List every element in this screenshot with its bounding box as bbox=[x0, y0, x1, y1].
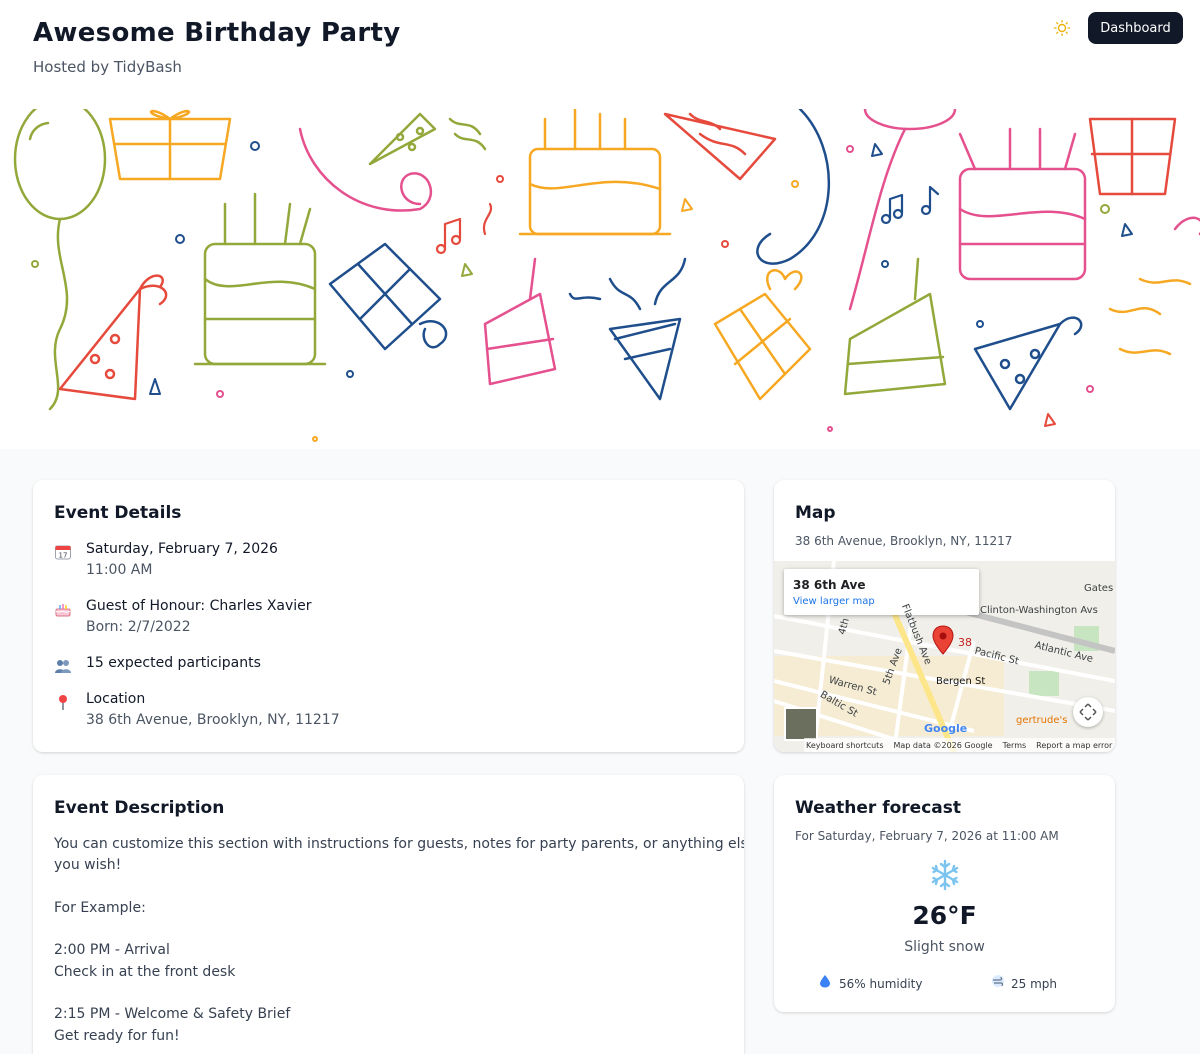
satellite-toggle[interactable] bbox=[784, 707, 818, 741]
event-details-card: Event Details 17 Saturday, February 7, 2… bbox=[33, 480, 744, 752]
droplet-icon bbox=[819, 974, 833, 991]
wind-stat: 25 mph bbox=[991, 974, 1057, 991]
description-line: You can customize this section with inst… bbox=[54, 836, 744, 852]
weather-heading: Weather forecast bbox=[795, 798, 961, 818]
humidity-value: 56% humidity bbox=[839, 977, 923, 991]
wind-icon bbox=[991, 974, 1005, 991]
map-label-gertrudes: gertrude's bbox=[1016, 715, 1068, 726]
snowflake-icon bbox=[929, 859, 961, 891]
svg-text:17: 17 bbox=[59, 552, 68, 560]
map-card: Map 38 6th Avenue, Brooklyn, NY, 11217 3… bbox=[774, 480, 1115, 752]
participants-count: 15 expected participants bbox=[86, 655, 261, 671]
dashboard-button[interactable]: Dashboard bbox=[1088, 12, 1183, 44]
location-label: Location bbox=[86, 691, 146, 707]
guest-of-honour: Guest of Honour: Charles Xavier bbox=[86, 598, 312, 614]
description-line: you wish! bbox=[54, 857, 122, 873]
calendar-icon: 17 bbox=[53, 543, 73, 563]
event-date: Saturday, February 7, 2026 bbox=[86, 541, 278, 557]
weather-subtitle: For Saturday, February 7, 2026 at 11:00 … bbox=[795, 829, 1059, 843]
weather-card: Weather forecast For Saturday, February … bbox=[774, 775, 1115, 1012]
map-label-clinton: Clinton-Washington Avs bbox=[980, 605, 1098, 616]
map-pin-icon[interactable] bbox=[932, 625, 954, 659]
fullscreen-icon[interactable] bbox=[1073, 697, 1103, 727]
pin-icon bbox=[53, 693, 73, 713]
description-line: For Example: bbox=[54, 900, 146, 916]
map-pin-label: 38 bbox=[958, 636, 972, 649]
host-subtitle: Hosted by TidyBash bbox=[33, 58, 182, 76]
weather-condition: Slight snow bbox=[904, 939, 985, 955]
keyboard-shortcuts-link[interactable]: Keyboard shortcuts bbox=[806, 741, 883, 750]
sun-icon[interactable] bbox=[1053, 19, 1071, 37]
view-larger-map-link[interactable]: View larger map bbox=[793, 596, 875, 607]
google-logo: Google bbox=[924, 722, 968, 735]
people-icon bbox=[53, 657, 73, 677]
map-popup-title: 38 6th Ave bbox=[793, 578, 866, 592]
born-date: Born: 2/7/2022 bbox=[86, 619, 191, 635]
page-title: Awesome Birthday Party bbox=[33, 18, 401, 48]
description-line: 2:00 PM - Arrival bbox=[54, 942, 170, 958]
event-time: 11:00 AM bbox=[86, 562, 153, 578]
terms-link[interactable]: Terms bbox=[1003, 741, 1027, 750]
report-error-link[interactable]: Report a map error bbox=[1036, 741, 1112, 750]
humidity-stat: 56% humidity bbox=[819, 974, 922, 991]
map-data-credit: Map data ©2026 Google bbox=[893, 740, 993, 750]
map-street-bergen: Bergen St bbox=[936, 676, 986, 687]
map-heading: Map bbox=[795, 503, 836, 523]
map-footer: Keyboard shortcuts Map data ©2026 Google… bbox=[804, 738, 1115, 752]
birthday-banner-image bbox=[0, 109, 1200, 449]
temperature: 26°F bbox=[912, 901, 977, 930]
event-details-heading: Event Details bbox=[54, 503, 182, 523]
wind-value: 25 mph bbox=[1011, 977, 1057, 991]
event-description-heading: Event Description bbox=[54, 798, 225, 818]
map-info-popup: 38 6th Ave View larger map bbox=[784, 569, 979, 615]
description-line: Check in at the front desk bbox=[54, 964, 236, 980]
map-label-gates: Gates bbox=[1084, 583, 1114, 594]
event-description-card: Event Description You can customize this… bbox=[33, 775, 744, 1054]
map-address: 38 6th Avenue, Brooklyn, NY, 11217 bbox=[795, 534, 1013, 548]
description-line: 2:15 PM - Welcome & Safety Brief bbox=[54, 1006, 291, 1022]
cake-icon bbox=[53, 600, 73, 620]
description-line: Get ready for fun! bbox=[54, 1028, 180, 1044]
page-header: Awesome Birthday Party Hosted by TidyBas… bbox=[0, 0, 1200, 109]
location-address: 38 6th Avenue, Brooklyn, NY, 11217 bbox=[86, 712, 340, 728]
embedded-map[interactable]: 38 6th Ave View larger map 38 Atlantic A… bbox=[774, 561, 1115, 752]
